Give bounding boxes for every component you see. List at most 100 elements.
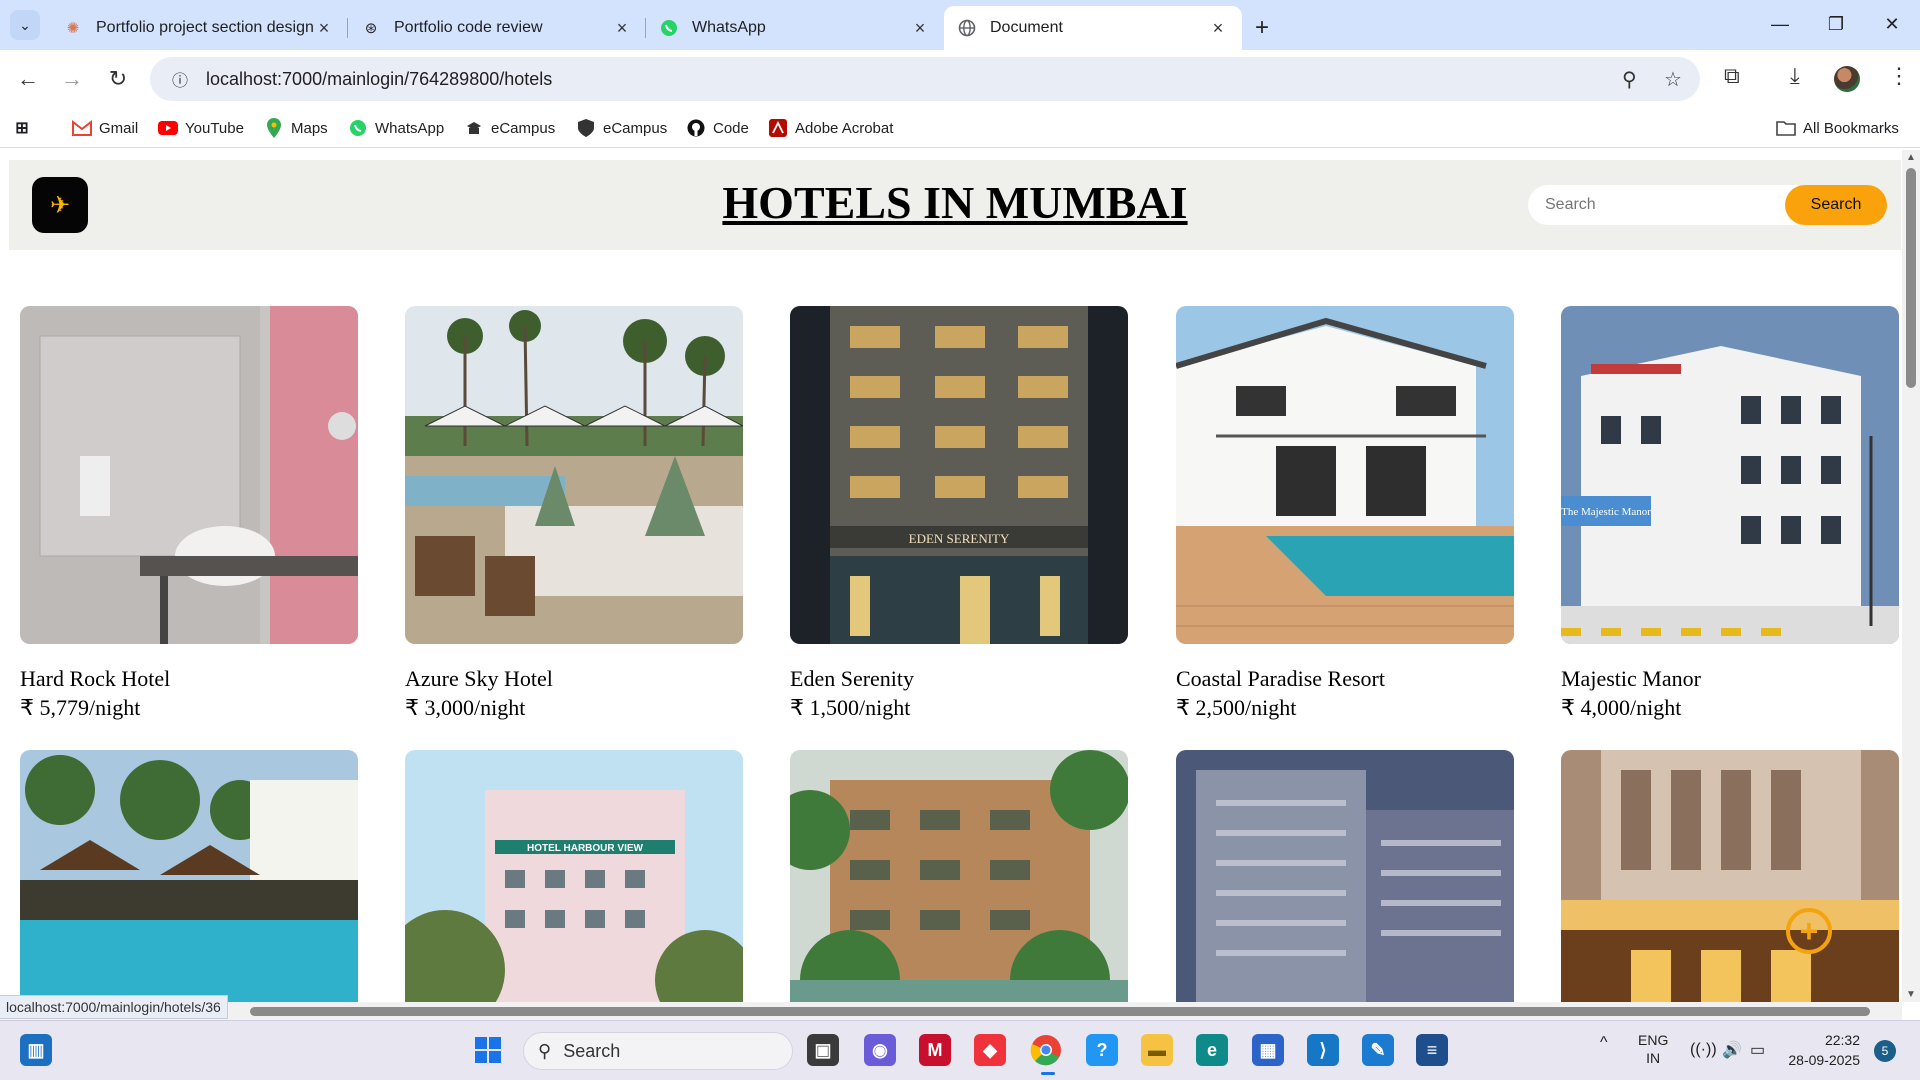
- restore-icon[interactable]: ❐: [1808, 0, 1864, 48]
- tabs: ✺ Portfolio project section design × ⊛ P…: [50, 6, 1282, 50]
- close-icon[interactable]: ×: [314, 18, 334, 39]
- app-diamond-icon[interactable]: ◆: [974, 1034, 1006, 1066]
- tab-code-review[interactable]: ⊛ Portfolio code review ×: [348, 6, 646, 50]
- folder-icon[interactable]: ▬: [1141, 1034, 1173, 1066]
- hotel-card[interactable]: HOTEL HARBOUR VIEW: [405, 750, 743, 1002]
- hotel-card[interactable]: [1561, 750, 1899, 1002]
- hotel-image[interactable]: [405, 306, 743, 644]
- download-icon[interactable]: ⤓: [1790, 63, 1800, 89]
- bookmark-label: Gmail: [99, 119, 139, 137]
- close-window-icon[interactable]: ✕: [1864, 0, 1920, 48]
- hotel-card[interactable]: Azure Sky Hotel ₹ 3,000/night: [405, 306, 743, 721]
- star-icon[interactable]: ☆: [1664, 67, 1682, 92]
- scrollbar-thumb[interactable]: [1906, 168, 1916, 388]
- taskbar-search-label: Search: [563, 1040, 621, 1061]
- hotel-image[interactable]: [20, 750, 358, 1002]
- avatar[interactable]: [1834, 66, 1860, 92]
- search-button[interactable]: Search: [1785, 185, 1887, 225]
- new-tab-button[interactable]: +: [1242, 6, 1282, 50]
- extensions-icon[interactable]: ⧉: [1724, 63, 1740, 89]
- task-view-icon[interactable]: ▣: [807, 1034, 839, 1066]
- acrobat-icon: [768, 118, 788, 138]
- start-icon[interactable]: [472, 1034, 504, 1066]
- active-indicator: [1041, 1072, 1055, 1075]
- forward-button[interactable]: →: [56, 63, 88, 95]
- search-input[interactable]: [1528, 185, 1798, 225]
- chevron-up-icon[interactable]: ^: [1600, 1034, 1608, 1052]
- hotel-image[interactable]: [20, 306, 358, 644]
- vscode-icon[interactable]: ⟩: [1307, 1034, 1339, 1066]
- tab-whatsapp[interactable]: WhatsApp ×: [646, 6, 944, 50]
- close-icon[interactable]: ×: [1208, 18, 1228, 39]
- tab-title: WhatsApp: [692, 19, 766, 36]
- bookmark-ecampus-2[interactable]: eCampus: [576, 115, 667, 141]
- chat-icon[interactable]: ◉: [864, 1034, 896, 1066]
- scroll-up-icon[interactable]: ▲: [1906, 152, 1916, 163]
- bookmark-label: eCampus: [491, 119, 556, 137]
- minimize-icon[interactable]: —: [1752, 0, 1808, 48]
- hotel-card[interactable]: EDEN SERENITY Eden Serenity ₹ 1,500/nigh…: [790, 306, 1128, 721]
- scrollbar-thumb[interactable]: [250, 1007, 1870, 1016]
- bookmark-ecampus[interactable]: eCampus: [464, 115, 555, 141]
- hotel-name: Hard Rock Hotel: [20, 666, 171, 691]
- store-icon[interactable]: ▦: [1252, 1034, 1284, 1066]
- back-button[interactable]: ←: [12, 63, 44, 95]
- vertical-scrollbar[interactable]: ▲ ▼: [1902, 150, 1920, 1002]
- close-icon[interactable]: ×: [612, 18, 632, 39]
- bookmark-whatsapp[interactable]: WhatsApp: [348, 115, 444, 141]
- hotel-image[interactable]: [790, 750, 1128, 1002]
- zoom-icon[interactable]: ⚲: [1622, 67, 1637, 92]
- mcafee-icon[interactable]: M: [919, 1034, 951, 1066]
- help-icon[interactable]: ?: [1086, 1034, 1118, 1066]
- scroll-down-icon[interactable]: ▼: [1906, 989, 1916, 1000]
- bookmark-code[interactable]: Code: [686, 115, 749, 141]
- widgets-icon[interactable]: ▥: [20, 1034, 52, 1066]
- tab-document[interactable]: Document ×: [944, 6, 1242, 50]
- edge-icon[interactable]: e: [1196, 1034, 1228, 1066]
- menu-icon[interactable]: ⋮: [1888, 63, 1910, 89]
- hotel-card[interactable]: [1176, 750, 1514, 1002]
- reload-button[interactable]: ↻: [102, 63, 134, 95]
- hotel-image[interactable]: [1176, 306, 1514, 644]
- hotel-card[interactable]: [20, 750, 358, 1002]
- hotel-image[interactable]: The Majestic Manor: [1561, 306, 1899, 644]
- hotel-card[interactable]: Hard Rock Hotel ₹ 5,779/night: [20, 306, 358, 721]
- bookmark-gmail[interactable]: Gmail: [72, 115, 138, 141]
- horizontal-scrollbar[interactable]: [0, 1002, 1902, 1020]
- hotel-card[interactable]: [790, 750, 1128, 1002]
- hotel-image[interactable]: [1561, 750, 1899, 1002]
- hotel-price: ₹ 5,779/night: [20, 695, 141, 720]
- wifi-icon[interactable]: ((·)): [1690, 1041, 1717, 1059]
- hotel-image[interactable]: HOTEL HARBOUR VIEW: [405, 750, 743, 1002]
- clock[interactable]: 22:32 28-09-2025: [1780, 1030, 1860, 1070]
- bookmark-youtube[interactable]: YouTube: [158, 115, 244, 141]
- tab-title: Portfolio project section design: [96, 19, 314, 36]
- bookmark-acrobat[interactable]: Adobe Acrobat: [768, 115, 893, 141]
- chrome-icon[interactable]: [1030, 1034, 1062, 1066]
- whiteboard-icon[interactable]: ✎: [1362, 1034, 1394, 1066]
- page-viewport: ✈ HOTELS IN MUMBAI Search Hard Rock Hote…: [0, 150, 1902, 1002]
- add-button[interactable]: +: [1786, 908, 1832, 954]
- time: 22:32: [1824, 1032, 1860, 1048]
- hotel-image[interactable]: [1176, 750, 1514, 1002]
- hotel-card[interactable]: Coastal Paradise Resort ₹ 2,500/night: [1176, 306, 1514, 721]
- site-info-icon[interactable]: ⓘ: [160, 67, 200, 91]
- address-bar[interactable]: ⓘ localhost:7000/mainlogin/764289800/hot…: [150, 57, 1700, 101]
- language-indicator[interactable]: ENG IN: [1638, 1031, 1668, 1067]
- hotel-image[interactable]: EDEN SERENITY: [790, 306, 1128, 644]
- close-icon[interactable]: ×: [910, 18, 930, 39]
- all-bookmarks[interactable]: All Bookmarks: [1776, 115, 1899, 141]
- hotel-card[interactable]: The Majestic Manor Majestic Manor ₹ 4,00…: [1561, 306, 1899, 721]
- taskbar-search[interactable]: ⚲ Search: [523, 1032, 793, 1070]
- terminal-icon[interactable]: ≡: [1416, 1034, 1448, 1066]
- url-text[interactable]: localhost:7000/mainlogin/764289800/hotel…: [206, 69, 552, 90]
- arrow-left-icon: ←: [17, 66, 39, 91]
- tab-search-button[interactable]: ⌄: [10, 10, 40, 40]
- volume-icon[interactable]: 🔊: [1722, 1040, 1742, 1060]
- battery-icon[interactable]: ▭: [1750, 1040, 1765, 1060]
- bookmark-maps[interactable]: Maps: [264, 115, 328, 141]
- apps-icon[interactable]: ⊞: [12, 115, 39, 141]
- tab-portfolio-design[interactable]: ✺ Portfolio project section design ×: [50, 6, 348, 50]
- region-label: IN: [1646, 1050, 1661, 1066]
- notification-badge[interactable]: 5: [1874, 1040, 1896, 1062]
